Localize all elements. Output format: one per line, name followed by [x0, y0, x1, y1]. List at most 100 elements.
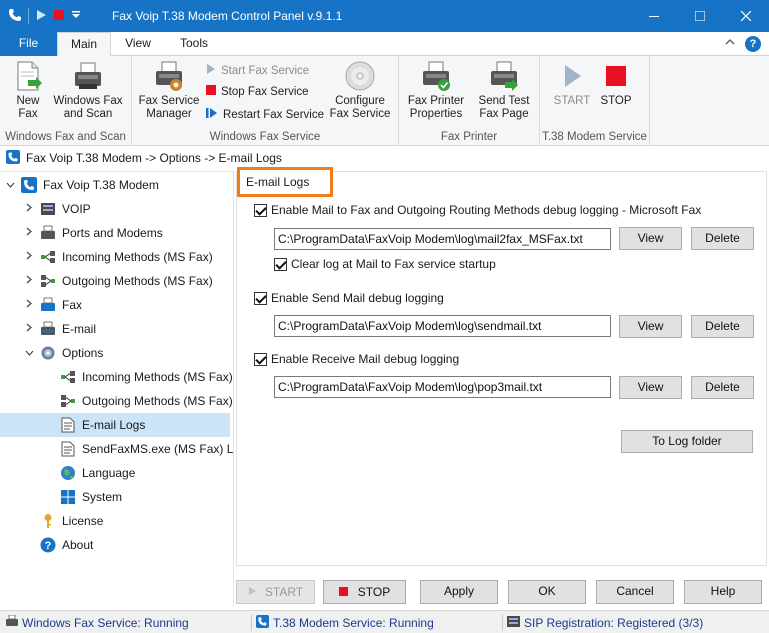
tree-item-outgoing-methods[interactable]: Outgoing Methods (MS Fax)	[0, 269, 233, 293]
title-bar: Fax Voip T.38 Modem Control Panel v.9.1.…	[0, 0, 769, 32]
chevron-right-icon[interactable]	[22, 299, 36, 311]
stop-fax-service-button[interactable]: Stop Fax Service	[206, 85, 309, 98]
mail2fax-view-button[interactable]: View	[619, 227, 682, 250]
tree-item-sendfaxms-log[interactable]: SendFaxMS.exe (MS Fax) Log	[0, 437, 233, 461]
tree-item-ports-modems[interactable]: Ports and Modems	[0, 221, 233, 245]
receive-view-button[interactable]: View	[619, 376, 682, 399]
clear-log-checkbox[interactable]: Clear log at Mail to Fax service startup	[274, 257, 496, 271]
status-sip-text: SIP Registration: Registered (3/3)	[524, 616, 704, 630]
minimize-button[interactable]	[631, 0, 677, 32]
tree-item-label: Outgoing Methods (MS Fax)	[62, 274, 213, 288]
new-fax-label: New Fax	[16, 95, 40, 120]
close-button[interactable]	[723, 0, 769, 32]
chevron-right-icon[interactable]	[22, 227, 36, 239]
sendmail-logging-checkbox[interactable]: Enable Send Mail debug logging	[254, 291, 444, 305]
tab-file[interactable]: File	[0, 32, 57, 56]
gear-icon	[40, 345, 56, 361]
tree-item-incoming-methods[interactable]: Incoming Methods (MS Fax)	[0, 245, 233, 269]
to-log-folder-button[interactable]: To Log folder	[621, 430, 753, 453]
play-icon	[556, 60, 588, 92]
stop-service-label: STOP	[600, 95, 632, 107]
cancel-button[interactable]: Cancel	[596, 580, 674, 604]
start-service-button[interactable]: START	[552, 60, 592, 108]
tree-item-label: VOIP	[62, 202, 91, 216]
new-fax-button[interactable]: New Fax	[10, 60, 46, 121]
checkbox-checked[interactable]	[254, 291, 267, 305]
restart-fax-service-button[interactable]: Restart Fax Service	[206, 107, 324, 122]
tree-item-fax[interactable]: Fax	[0, 293, 233, 317]
sendmail-delete-button[interactable]: Delete	[691, 315, 754, 338]
configure-fax-service-button[interactable]: Configure Fax Service	[328, 60, 392, 121]
tree-item-label: License	[62, 514, 104, 528]
help-icon[interactable]: ?	[745, 36, 761, 52]
tab-tools[interactable]: Tools	[166, 32, 222, 56]
stop-icon	[206, 85, 216, 98]
tree-item-root[interactable]: Fax Voip T.38 Modem	[0, 173, 233, 197]
tab-main[interactable]: Main	[57, 32, 111, 57]
stop-service-button[interactable]: STOP	[596, 60, 636, 108]
tree-item-options[interactable]: Options	[0, 341, 233, 365]
start-button[interactable]: START	[236, 580, 315, 604]
status-windows-fax-text: Windows Fax Service: Running	[22, 615, 189, 630]
mail2fax-logging-checkbox[interactable]: Enable Mail to Fax and Outgoing Routing …	[254, 203, 701, 217]
play-icon	[248, 582, 257, 603]
customize-toolbar-icon[interactable]	[71, 10, 81, 22]
stop-icon	[338, 582, 348, 603]
checkbox-checked[interactable]	[274, 257, 287, 271]
stop-button[interactable]: STOP	[323, 580, 406, 604]
stop-icon	[600, 60, 632, 92]
maximize-button[interactable]	[677, 0, 723, 32]
tree-item-label: Ports and Modems	[62, 226, 163, 240]
tree-item-label: About	[62, 538, 94, 552]
tree-item-license[interactable]: License	[0, 509, 233, 533]
play-icon[interactable]	[35, 9, 47, 23]
stop-icon[interactable]	[53, 9, 65, 23]
chevron-down-icon[interactable]	[3, 180, 17, 191]
mail2fax-log-path-input[interactable]	[274, 228, 611, 250]
tree-item-email[interactable]: E-mail	[0, 317, 233, 341]
tree-item-options-outgoing[interactable]: Outgoing Methods (MS Fax)	[0, 389, 233, 413]
checkbox-checked[interactable]	[254, 352, 267, 366]
tree-item-system[interactable]: System	[0, 485, 233, 509]
tree-item-label: Incoming Methods (MS Fax)	[82, 370, 233, 384]
receive-logging-checkbox[interactable]: Enable Receive Mail debug logging	[254, 352, 459, 366]
svg-text:?: ?	[45, 540, 52, 552]
tree-item-language[interactable]: Language	[0, 461, 233, 485]
fax-machine-icon	[40, 297, 56, 313]
play-icon	[206, 63, 216, 78]
tree-item-label: Language	[82, 466, 136, 480]
chevron-right-icon[interactable]	[22, 203, 36, 215]
ok-button[interactable]: OK	[508, 580, 586, 604]
checkbox-checked[interactable]	[254, 203, 267, 217]
windows-fax-scan-button[interactable]: Windows Fax and Scan	[51, 60, 125, 121]
sendmail-log-path-input[interactable]	[274, 315, 611, 337]
receive-delete-button[interactable]: Delete	[691, 376, 754, 399]
ribbon-tabs: File Main View Tools ?	[0, 32, 769, 57]
collapse-ribbon-icon[interactable]	[725, 37, 735, 49]
apply-button[interactable]: Apply	[420, 580, 498, 604]
globe-icon	[60, 465, 76, 481]
mail2fax-delete-button[interactable]: Delete	[691, 227, 754, 250]
status-t38[interactable]: T.38 Modem Service: Running	[256, 615, 434, 631]
ribbon: New Fax Windows Fax and Scan Windows Fax…	[0, 56, 769, 146]
tree-item-email-logs[interactable]: E-mail Logs	[0, 413, 230, 437]
send-test-fax-page-button[interactable]: Send Test Fax Page	[473, 60, 535, 121]
receive-log-path-input[interactable]	[274, 376, 611, 398]
fax-printer-properties-button[interactable]: Fax Printer Properties	[405, 60, 467, 121]
tree-item-voip[interactable]: VOIP	[0, 197, 233, 221]
tab-view[interactable]: View	[113, 32, 163, 56]
fax-service-manager-button[interactable]: Fax Service Manager	[138, 60, 200, 121]
group-windows-fax: New Fax Windows Fax and Scan Windows Fax…	[0, 56, 132, 146]
sendmail-view-button[interactable]: View	[619, 315, 682, 338]
send-test-fax-page-label: Send Test Fax Page	[478, 95, 530, 120]
chevron-right-icon[interactable]	[22, 251, 36, 263]
chevron-down-icon[interactable]	[22, 348, 36, 359]
start-fax-service-button[interactable]: Start Fax Service	[206, 63, 309, 78]
tree-item-about[interactable]: ? About	[0, 533, 233, 557]
status-windows-fax[interactable]: Windows Fax Service: Running	[6, 614, 189, 630]
chevron-right-icon[interactable]	[22, 323, 36, 335]
status-sip[interactable]: SIP Registration: Registered (3/3)	[507, 615, 703, 631]
help-button[interactable]: Help	[684, 580, 762, 604]
chevron-right-icon[interactable]	[22, 275, 36, 287]
tree-item-options-incoming[interactable]: Incoming Methods (MS Fax)	[0, 365, 233, 389]
